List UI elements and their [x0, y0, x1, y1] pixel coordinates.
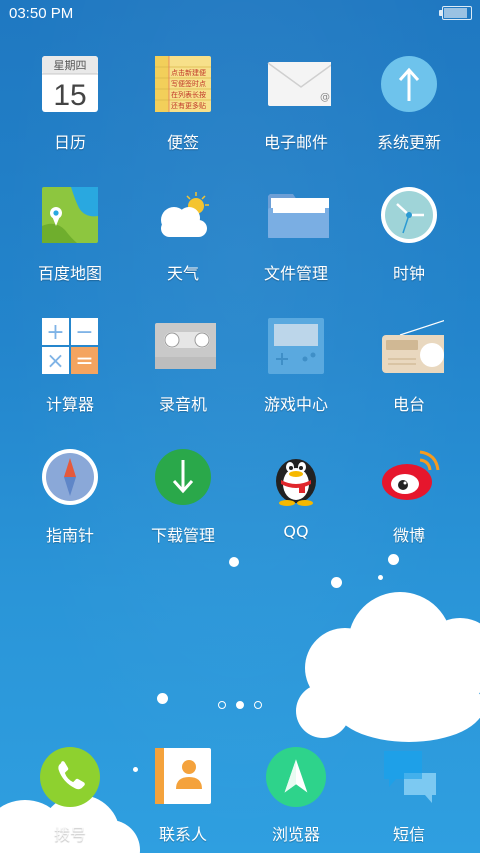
app-label: 电子邮件: [263, 133, 328, 152]
bubble: [331, 577, 342, 588]
map-icon: [42, 187, 98, 243]
status-time: 03:50 PM: [9, 5, 74, 22]
app-label: 日历: [53, 133, 86, 152]
page-indicator: [216, 701, 266, 713]
app-label: 游戏中心: [263, 395, 328, 414]
browser-compass-icon: [266, 747, 326, 807]
weibo-icon: [382, 450, 440, 500]
home-screen: 03:50 PM 星期四 15 日历 点击新建便 写便签时点 在列表长按 还有更…: [0, 0, 480, 853]
page-dot-active[interactable]: [236, 701, 244, 709]
status-bar: 03:50 PM: [0, 0, 480, 28]
times-symbol: ×: [46, 349, 64, 374]
gamepad-icon: [268, 318, 324, 374]
minus-symbol: −: [75, 320, 93, 345]
app-radio[interactable]: 电台: [354, 317, 464, 427]
phone-icon: [40, 747, 100, 807]
app-label: QQ: [283, 522, 309, 541]
calculator-icon: + − × =: [42, 318, 98, 374]
notes-line: 点击新建便: [171, 68, 206, 77]
bubble: [229, 557, 239, 567]
calendar-weekday: 星期四: [54, 59, 87, 72]
notes-line: 写便签时点: [171, 79, 206, 88]
compass-icon: [42, 449, 98, 505]
app-qq[interactable]: QQ: [241, 448, 351, 558]
app-notes[interactable]: 点击新建便 写便签时点 在列表长按 还有更多贴 便签: [128, 55, 238, 165]
download-icon: [155, 449, 211, 505]
app-label: 文件管理: [263, 264, 328, 283]
app-calendar[interactable]: 星期四 15 日历: [15, 55, 125, 165]
message-bubble-icon: [384, 751, 436, 803]
plus-symbol: +: [46, 320, 64, 345]
calendar-icon: 星期四 15: [42, 56, 98, 112]
at-sign: @: [320, 92, 330, 103]
app-weibo[interactable]: 微博: [354, 448, 464, 558]
dock-sms[interactable]: 短信: [354, 747, 464, 853]
app-label: 天气: [166, 264, 199, 283]
bubble: [157, 693, 168, 704]
qq-penguin-icon: [276, 459, 316, 506]
app-label: 浏览器: [271, 825, 320, 844]
app-label: 短信: [392, 825, 425, 844]
app-label: 拨号: [53, 825, 86, 844]
app-label: 电台: [392, 395, 425, 414]
dock-browser[interactable]: 浏览器: [241, 747, 351, 853]
page-dot[interactable]: [254, 701, 262, 709]
app-compass[interactable]: 指南针: [15, 448, 125, 558]
app-label: 计算器: [45, 395, 94, 414]
notes-line: 还有更多贴: [171, 101, 206, 110]
folder-icon: [268, 194, 329, 238]
app-label: 录音机: [158, 395, 207, 414]
app-download-manager[interactable]: 下载管理: [128, 448, 238, 558]
notes-line: 在列表长按: [171, 90, 206, 99]
radio-icon: [382, 320, 444, 373]
app-game-center[interactable]: 游戏中心: [241, 317, 351, 427]
app-baidu-map[interactable]: 百度地图: [15, 186, 125, 296]
app-system-update[interactable]: 系统更新: [354, 55, 464, 165]
app-calculator[interactable]: + − × = 计算器: [15, 317, 125, 427]
dock-phone[interactable]: 拨号: [15, 747, 125, 853]
app-file-manager[interactable]: 文件管理: [241, 186, 351, 296]
app-weather[interactable]: 天气: [128, 186, 238, 296]
cassette-icon: [155, 323, 216, 369]
app-label: 指南针: [45, 526, 94, 545]
app-label: 便签: [166, 133, 199, 152]
app-clock[interactable]: 时钟: [354, 186, 464, 296]
app-label: 百度地图: [37, 264, 102, 283]
app-label: 系统更新: [376, 133, 441, 152]
dock-contacts[interactable]: 联系人: [128, 747, 238, 853]
clock-icon: [381, 187, 437, 243]
weather-icon: [161, 192, 209, 237]
arrow-up-icon: [381, 56, 437, 112]
notes-icon: 点击新建便 写便签时点 在列表长按 还有更多贴: [155, 56, 211, 112]
page-dot[interactable]: [218, 701, 226, 709]
bubble: [378, 575, 383, 580]
app-label: 微博: [392, 526, 425, 545]
app-label: 下载管理: [150, 526, 215, 545]
envelope-icon: @: [267, 62, 331, 106]
bubble: [388, 554, 399, 565]
app-label: 联系人: [158, 825, 207, 844]
app-label: 时钟: [392, 264, 425, 283]
equals-symbol: =: [75, 349, 93, 374]
app-email[interactable]: @ 电子邮件: [241, 55, 351, 165]
contacts-book-icon: [155, 748, 211, 804]
calendar-day: 15: [53, 79, 86, 112]
app-recorder[interactable]: 录音机: [128, 317, 238, 427]
battery-fill: [444, 8, 468, 18]
battery-icon: [439, 6, 472, 20]
